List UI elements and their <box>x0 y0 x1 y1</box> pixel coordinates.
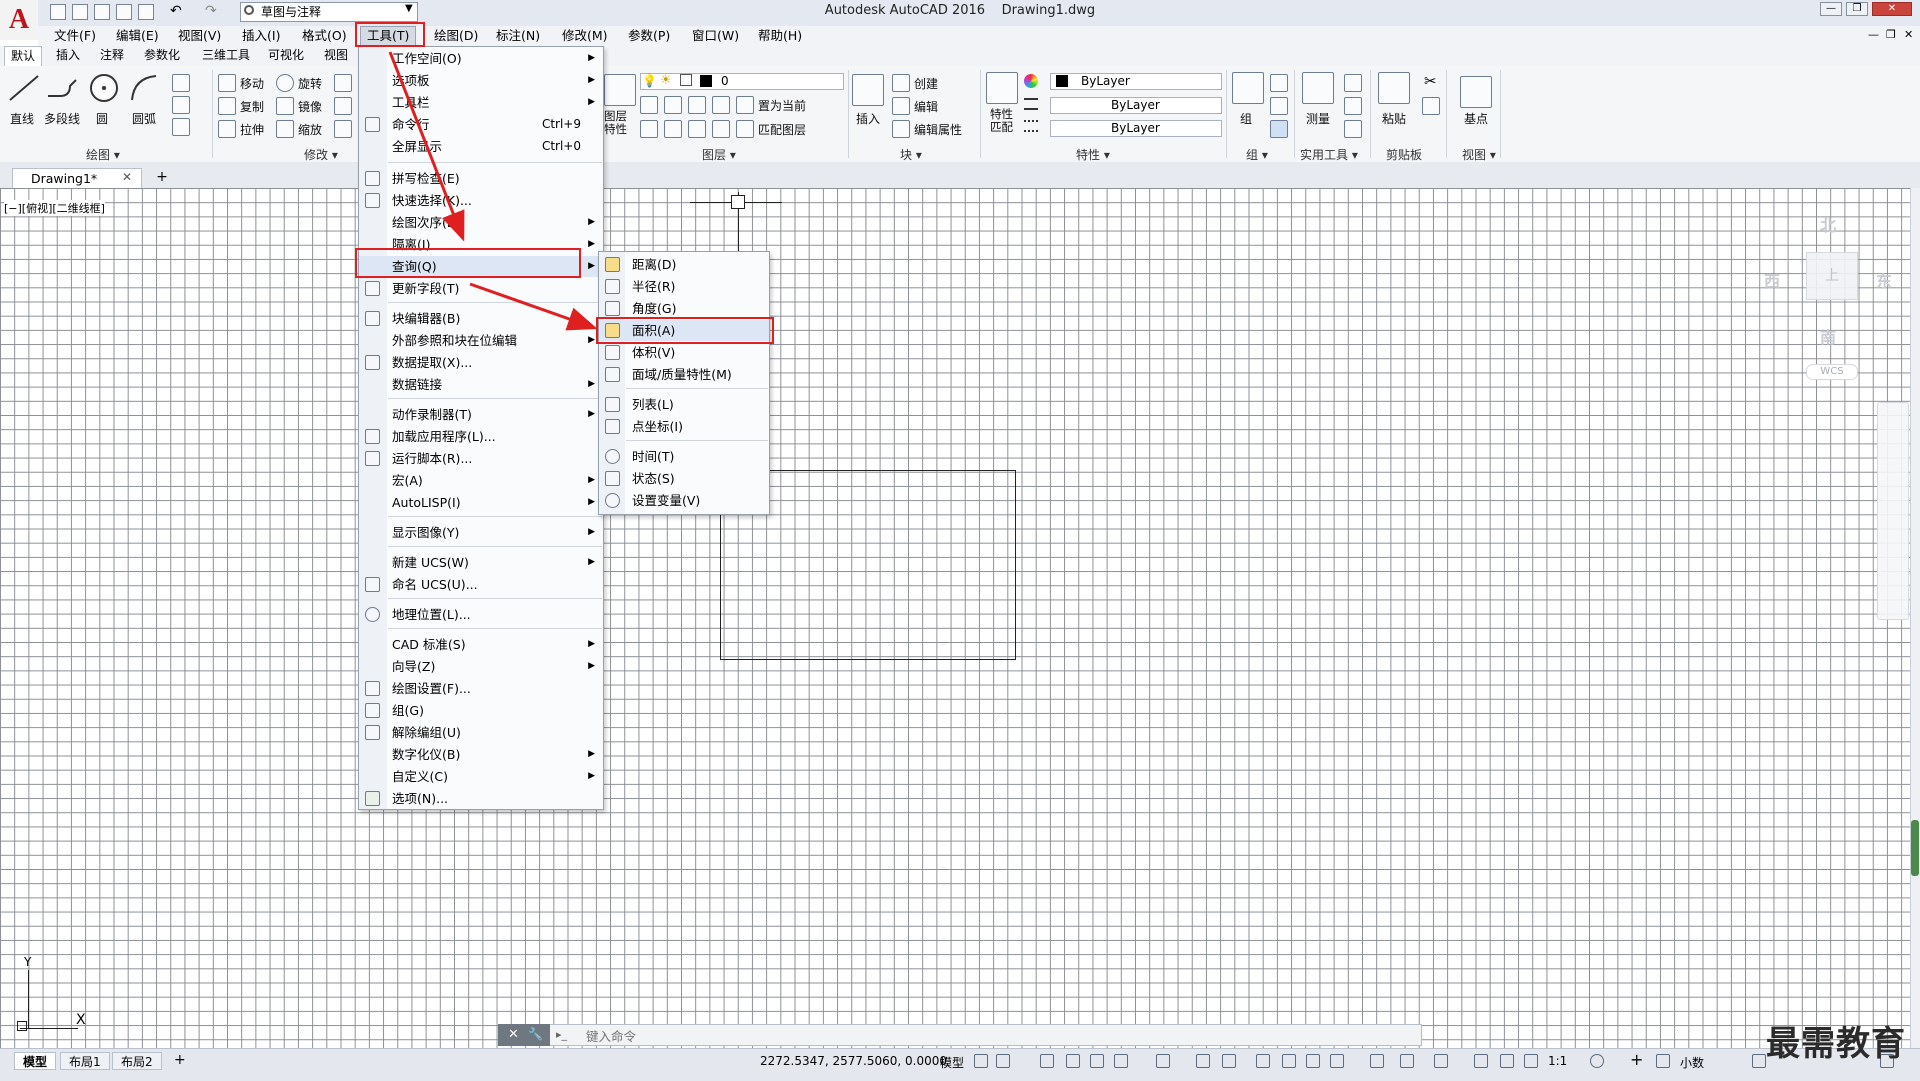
annotation-arrows <box>388 51 598 331</box>
arrow-query-to-area <box>469 282 598 331</box>
arrow-tools-to-query <box>388 51 465 242</box>
